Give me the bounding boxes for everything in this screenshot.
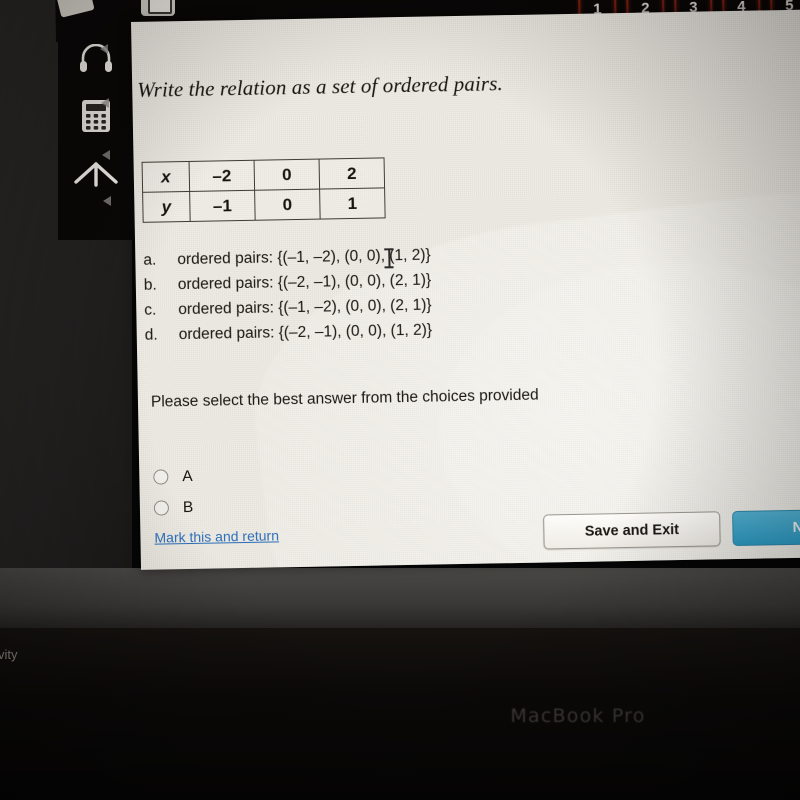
quiz-page: Write the relation as a set of ordered p… <box>131 9 800 570</box>
question-prompt: Write the relation as a set of ordered p… <box>137 71 503 102</box>
radio-group: A B <box>153 461 193 524</box>
table-cell-x2: 2 <box>319 157 385 190</box>
choice-letter-c: c. <box>144 301 157 319</box>
calculator-icon[interactable] <box>58 93 134 139</box>
table-cell-x1: 0 <box>254 159 320 191</box>
edge-marker <box>103 196 111 206</box>
answer-choice-d: d. ordered pairs: {(–2, –1), (0, 0), (1,… <box>145 320 433 347</box>
radio-option-a[interactable]: A <box>153 461 193 493</box>
table-cell-y0: –1 <box>189 190 256 222</box>
table-header-y: y <box>142 191 191 223</box>
next-button[interactable]: Next <box>732 508 800 547</box>
laptop-bezel <box>0 628 800 800</box>
window-icon <box>141 0 175 16</box>
laptop-photo: MacBook Pro vity 1 2 3 4 5 Write the rel… <box>0 0 800 800</box>
table-cell-y2: 1 <box>319 187 386 220</box>
choice-letter-a: a. <box>143 251 157 269</box>
radio-label-b: B <box>182 498 194 516</box>
text-cursor-icon <box>384 248 393 268</box>
table-cell-x0: –2 <box>189 160 255 192</box>
answer-choice-c: c. ordered pairs: {(–1, –2), (0, 0), (2,… <box>144 295 432 322</box>
arrow-up-icon[interactable] <box>58 150 134 196</box>
instruction-text: Please select the best answer from the c… <box>150 386 539 411</box>
save-and-exit-button[interactable]: Save and Exit <box>543 511 721 550</box>
mark-this-and-return-link[interactable]: Mark this and return <box>154 527 279 545</box>
table-header-x: x <box>142 161 190 193</box>
table-cell-y1: 0 <box>254 189 321 221</box>
choice-letter-d: d. <box>144 326 158 344</box>
choice-letter-b: b. <box>143 276 157 294</box>
radio-circle-icon[interactable] <box>153 500 170 516</box>
footer-bar: Mark this and return Save and Exit Next <box>140 507 800 570</box>
table-row-y: y –1 0 1 <box>142 187 386 223</box>
edge-marker <box>100 44 108 54</box>
choice-text-c: ordered pairs: {(–1, –2), (0, 0), (2, 1)… <box>178 296 432 319</box>
macbook-pro-label: MacBook Pro <box>510 705 646 727</box>
radio-circle-icon[interactable] <box>153 469 169 485</box>
choice-text-b: ordered pairs: {(–2, –1), (0, 0), (2, 1)… <box>177 271 432 294</box>
choice-text-d: ordered pairs: {(–2, –1), (0, 0), (1, 2)… <box>178 321 433 344</box>
answer-choice-b: b. ordered pairs: {(–2, –1), (0, 0), (2,… <box>144 270 432 297</box>
screen-lower-area <box>0 568 800 630</box>
table-row-x: x –2 0 2 <box>142 157 385 193</box>
edge-marker <box>102 150 110 160</box>
radio-label-a: A <box>182 467 193 485</box>
partial-activity-text: vity <box>0 647 18 662</box>
headphones-icon[interactable] <box>58 35 134 81</box>
edge-marker <box>101 98 109 108</box>
relation-table: x –2 0 2 y –1 0 1 <box>142 157 386 223</box>
